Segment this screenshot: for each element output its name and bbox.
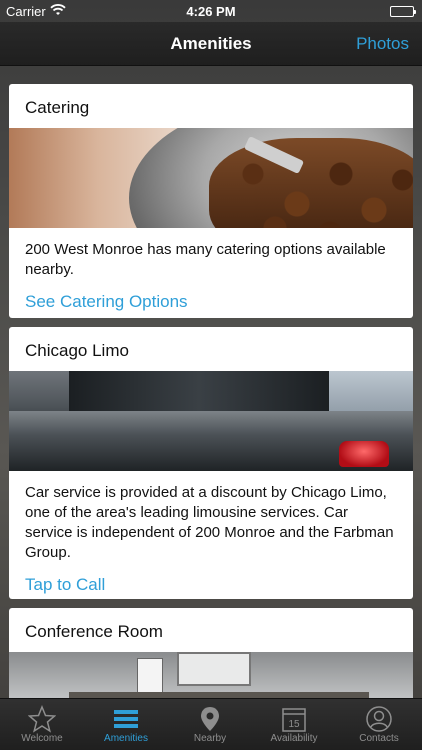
- card-description: 200 West Monroe has many catering option…: [25, 241, 386, 278]
- see-catering-options-link[interactable]: See Catering Options: [9, 280, 413, 312]
- tab-label: Availability: [270, 733, 318, 744]
- tap-to-call-link[interactable]: Tap to Call: [9, 563, 413, 595]
- tab-bar: Welcome Amenities Nearby 15 Availability…: [0, 698, 422, 750]
- tab-availability[interactable]: 15 Availability: [252, 699, 336, 750]
- status-bar: Carrier 4:26 PM: [0, 0, 422, 22]
- photos-button[interactable]: Photos: [356, 34, 409, 54]
- conference-room-image: [9, 652, 413, 698]
- tab-nearby[interactable]: Nearby: [168, 699, 252, 750]
- amenities-list[interactable]: Catering 200 West Monroe has many cateri…: [0, 66, 422, 698]
- star-icon: [0, 699, 84, 733]
- person-icon: [336, 699, 422, 733]
- limousine-image: [9, 371, 413, 471]
- card-description: Car service is provided at a discount by…: [25, 484, 394, 561]
- coffee-beans-image: [9, 128, 413, 228]
- tab-label: Nearby: [193, 733, 227, 744]
- battery-icon: [390, 6, 416, 17]
- chicago-limo-card: Chicago Limo Car service is provided at …: [9, 327, 413, 599]
- tab-welcome[interactable]: Welcome: [0, 699, 84, 750]
- calendar-day: 15: [288, 719, 300, 730]
- card-title: Conference Room: [25, 622, 163, 641]
- conference-room-card: Conference Room: [9, 608, 413, 698]
- tab-contacts[interactable]: Contacts: [336, 699, 422, 750]
- card-title: Catering: [25, 98, 90, 117]
- tab-label: Welcome: [21, 733, 63, 744]
- map-pin-icon: [168, 699, 252, 733]
- catering-card: Catering 200 West Monroe has many cateri…: [9, 84, 413, 318]
- navigation-bar: Amenities Photos: [0, 22, 422, 66]
- tab-label: Amenities: [104, 733, 148, 744]
- tab-amenities[interactable]: Amenities: [84, 699, 168, 750]
- tab-label: Contacts: [359, 733, 399, 744]
- card-title: Chicago Limo: [25, 341, 129, 360]
- calendar-icon: 15: [252, 699, 336, 733]
- list-icon: [84, 699, 168, 733]
- clock: 4:26 PM: [186, 4, 236, 19]
